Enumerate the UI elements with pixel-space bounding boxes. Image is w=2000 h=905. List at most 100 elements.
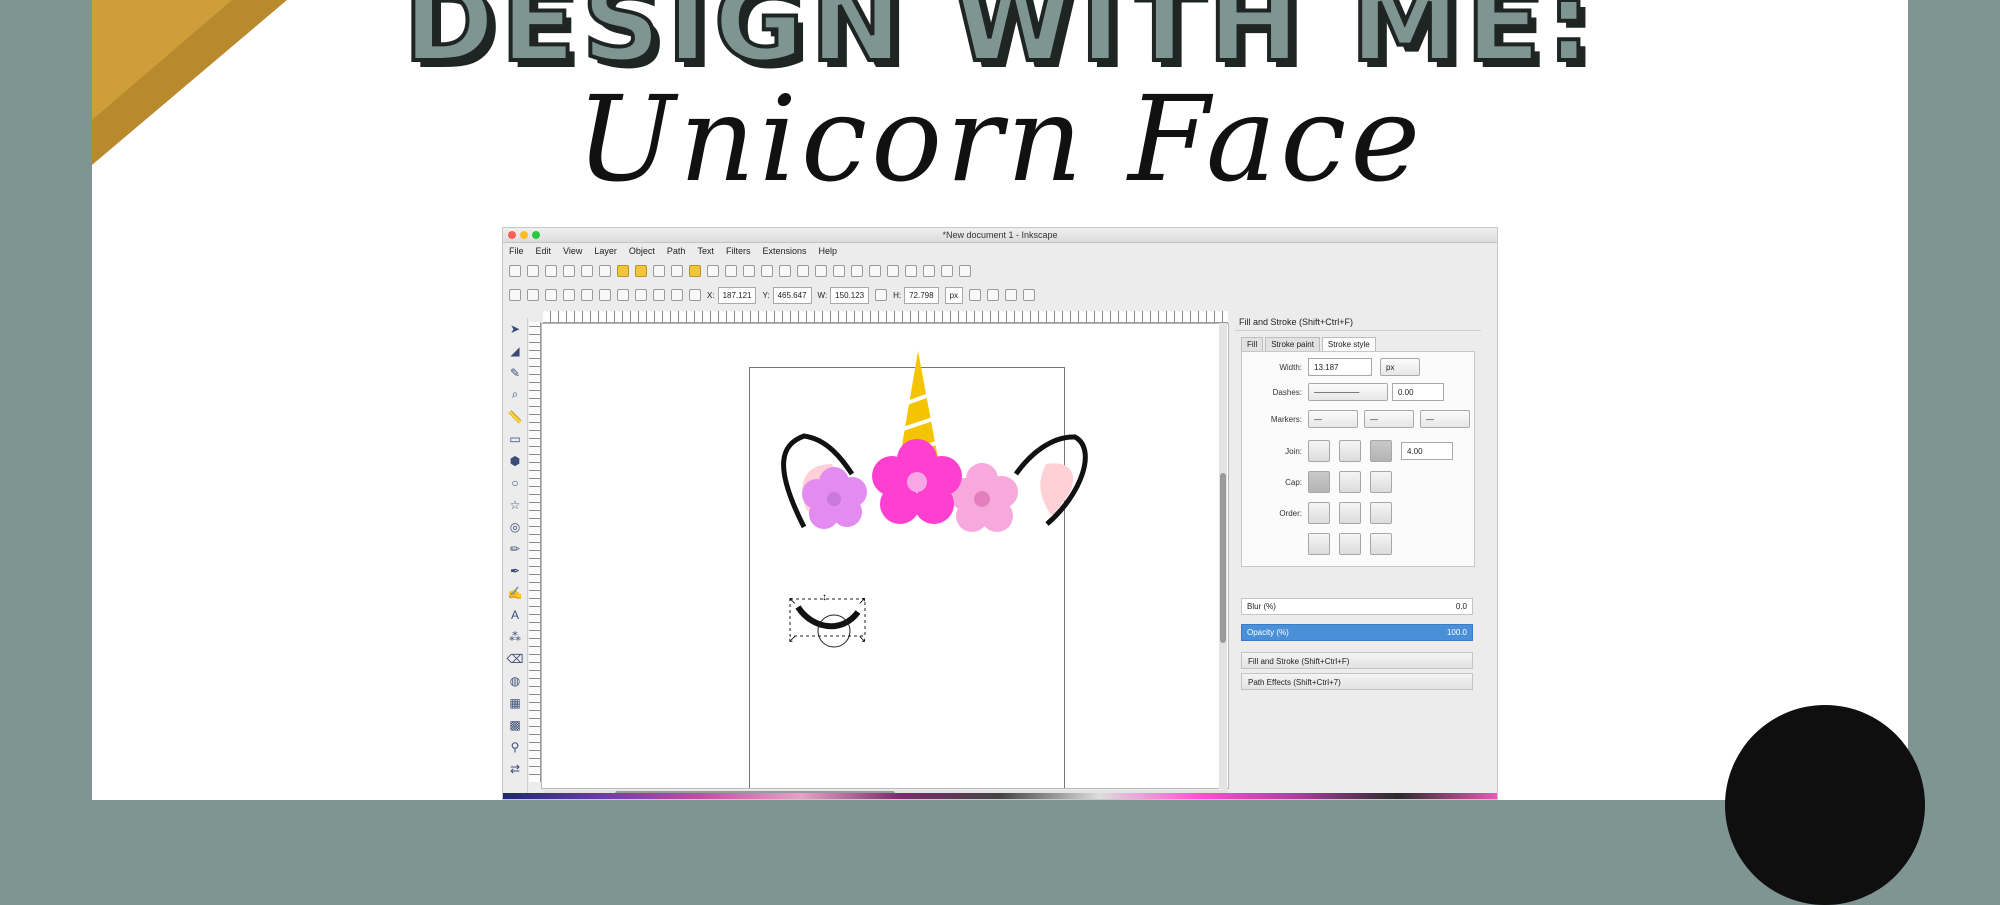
flip-horizontal-icon[interactable] [599, 289, 611, 301]
menu-edit[interactable]: Edit [536, 246, 552, 256]
lower-to-bottom-icon[interactable] [689, 289, 701, 301]
order-stroke-fill-markers-icon[interactable] [1339, 502, 1361, 524]
ungroup-icon[interactable] [833, 265, 845, 277]
blur-slider[interactable]: Blur (%) 0.0 [1241, 598, 1473, 615]
menu-text[interactable]: Text [697, 246, 714, 256]
select-all-icon[interactable] [509, 289, 521, 301]
color-palette[interactable] [503, 793, 1497, 799]
open-icon[interactable] [527, 265, 539, 277]
order-fill-markers-stroke-icon[interactable] [1370, 502, 1392, 524]
redo-icon[interactable] [635, 265, 647, 277]
path-effects-dock-item[interactable]: Path Effects (Shift+Ctrl+7) [1241, 673, 1473, 690]
eraser-tool-icon[interactable]: ⌫ [507, 650, 524, 667]
vertical-scrollbar[interactable] [1219, 323, 1227, 789]
selector-tool-icon[interactable]: ➤ [508, 320, 523, 337]
cut-icon[interactable] [671, 265, 683, 277]
star-tool-icon[interactable]: ☆ [508, 496, 523, 513]
tab-stroke-paint[interactable]: Stroke paint [1265, 337, 1320, 351]
pen-tool-icon[interactable]: ✒ [508, 562, 523, 579]
zoom-selection-icon[interactable] [707, 265, 719, 277]
drawing-canvas[interactable]: ↖ ↕ ↗ ↙ ↘ [541, 323, 1229, 789]
dropper-tool-icon[interactable]: ⚲ [508, 738, 523, 755]
group-icon[interactable] [815, 265, 827, 277]
rectangle-tool-icon[interactable]: ▭ [508, 430, 523, 447]
zoom-drawing-icon[interactable] [725, 265, 737, 277]
raise-to-top-icon[interactable] [635, 289, 647, 301]
menu-object[interactable]: Object [629, 246, 655, 256]
menu-path[interactable]: Path [667, 246, 686, 256]
spiral-tool-icon[interactable]: ◎ [508, 518, 523, 535]
new-document-icon[interactable] [509, 265, 521, 277]
rotate-ccw-icon[interactable] [563, 289, 575, 301]
text-font-icon[interactable] [869, 265, 881, 277]
bucket-tool-icon[interactable]: ◍ [508, 672, 523, 689]
xml-editor-icon[interactable] [905, 265, 917, 277]
deselect-icon[interactable] [545, 289, 557, 301]
spray-tool-icon[interactable]: ⁂ [508, 628, 523, 645]
flip-vertical-icon[interactable] [617, 289, 629, 301]
layers-icon[interactable] [887, 265, 899, 277]
ellipse-tool-icon[interactable]: ○ [508, 474, 523, 491]
order-markers-stroke-fill-icon[interactable] [1370, 533, 1392, 555]
join-round-icon[interactable] [1339, 440, 1361, 462]
miter-limit-input[interactable]: 4.00 [1401, 442, 1453, 460]
move-gradients-icon[interactable] [1005, 289, 1018, 301]
maximize-window-icon[interactable] [532, 231, 540, 239]
join-miter-icon[interactable] [1370, 440, 1392, 462]
fill-stroke-dock-item[interactable]: Fill and Stroke (Shift+Ctrl+F) [1241, 652, 1473, 669]
vertical-scroll-thumb[interactable] [1220, 473, 1226, 643]
tweak-tool-icon[interactable]: ✎ [508, 364, 523, 381]
zoom-page-icon[interactable] [743, 265, 755, 277]
lock-ratio-icon[interactable] [875, 289, 888, 301]
minimize-window-icon[interactable] [520, 231, 528, 239]
menu-extensions[interactable]: Extensions [762, 246, 806, 256]
paste-icon[interactable] [689, 265, 701, 277]
stroke-width-input[interactable]: 13.187 [1308, 358, 1372, 376]
cap-square-icon[interactable] [1370, 471, 1392, 493]
move-patterns-icon[interactable] [1023, 289, 1036, 301]
preferences-icon[interactable] [941, 265, 953, 277]
document-properties-icon[interactable] [959, 265, 971, 277]
tab-fill[interactable]: Fill [1241, 337, 1264, 351]
opacity-slider[interactable]: Opacity (%) 100.0 [1241, 624, 1473, 641]
node-tool-icon[interactable]: ◢ [508, 342, 523, 359]
select-all-layers-icon[interactable] [527, 289, 539, 301]
menu-help[interactable]: Help [818, 246, 837, 256]
connector-tool-icon[interactable]: ⇄ [508, 760, 523, 777]
text-tool-icon[interactable]: A [508, 606, 523, 623]
horizontal-ruler[interactable] [543, 311, 1228, 323]
pencil-tool-icon[interactable]: ✏ [508, 540, 523, 557]
raise-icon[interactable] [653, 289, 665, 301]
align-distribute-icon[interactable] [923, 265, 935, 277]
lower-icon[interactable] [671, 289, 683, 301]
w-input[interactable]: 150.123 [830, 286, 870, 304]
import-icon[interactable] [581, 265, 593, 277]
tab-stroke-style[interactable]: Stroke style [1321, 337, 1376, 351]
copy-icon[interactable] [653, 265, 665, 277]
calligraphy-tool-icon[interactable]: ✍ [508, 584, 523, 601]
3d-box-tool-icon[interactable]: ⬢ [508, 452, 523, 469]
unit-select[interactable]: px [944, 286, 964, 304]
cap-round-icon[interactable] [1339, 471, 1361, 493]
zoom-tool-icon[interactable]: ⌕ [508, 386, 523, 403]
export-icon[interactable] [599, 265, 611, 277]
dash-offset-input[interactable]: 0.00 [1392, 383, 1444, 401]
save-icon[interactable] [545, 265, 557, 277]
order-markers-fill-stroke-icon[interactable] [1308, 533, 1330, 555]
order-fill-stroke-markers-icon[interactable] [1308, 502, 1330, 524]
scale-stroke-icon[interactable] [969, 289, 982, 301]
order-stroke-markers-fill-icon[interactable] [1339, 533, 1361, 555]
fill-stroke-icon[interactable] [851, 265, 863, 277]
measure-tool-icon[interactable]: 📏 [508, 408, 523, 425]
dash-pattern-select[interactable]: ──────── [1308, 383, 1388, 401]
menu-filters[interactable]: Filters [726, 246, 751, 256]
duplicate-icon[interactable] [761, 265, 773, 277]
stroke-unit-select[interactable]: px [1380, 358, 1420, 376]
clone-icon[interactable] [779, 265, 791, 277]
menu-layer[interactable]: Layer [594, 246, 617, 256]
x-input[interactable]: 187.121 [717, 286, 757, 304]
menu-file[interactable]: File [509, 246, 524, 256]
mesh-tool-icon[interactable]: ▩ [508, 716, 523, 733]
join-bevel-icon[interactable] [1308, 440, 1330, 462]
menu-view[interactable]: View [563, 246, 582, 256]
